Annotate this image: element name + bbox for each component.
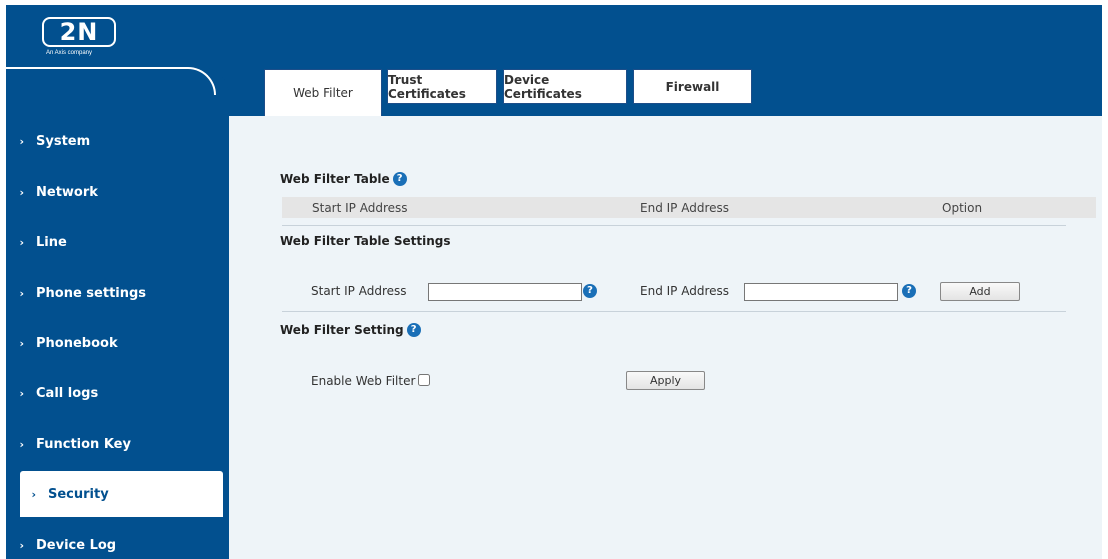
end-ip-input[interactable] [744,283,898,301]
sidebar-item-line[interactable]: › Line [6,219,229,265]
sidebar-item-call-logs[interactable]: › Call logs [6,370,229,416]
sidebar-item-system[interactable]: › System [6,118,229,164]
sidebar-item-label: Phone settings [36,285,147,301]
chevron-right-icon: › [19,235,24,249]
sidebar-item-device-log[interactable]: › Device Log [6,522,229,559]
sidebar-item-label: Security [48,486,109,502]
web-filter-table-header: Start IP Address End IP Address Option [282,197,1096,218]
brand-logo: 2N An Axis company [42,17,122,67]
filter-setting-heading: Web Filter Setting ? [280,323,421,337]
tab-firewall[interactable]: Firewall [633,69,752,104]
chevron-right-icon: › [19,134,24,148]
help-icon[interactable]: ? [406,323,421,337]
tab-label: Trust Certificates [388,72,466,101]
chevron-right-icon: › [31,487,36,501]
section-title-text: Web Filter Table Settings [280,234,451,248]
sidebar-item-phonebook[interactable]: › Phonebook [6,320,229,366]
sidebar-item-label: Line [36,234,67,250]
tab-trust-certificates[interactable]: Trust Certificates [387,69,497,104]
column-header-end-ip: End IP Address [640,201,729,215]
tab-label: Device Certificates [504,72,582,101]
chevron-right-icon: › [19,437,24,451]
web-filter-table-heading: Web Filter Table ? [280,172,407,186]
logo-mark: 2N [42,17,116,47]
column-header-option: Option [942,201,983,215]
table-settings-heading: Web Filter Table Settings [280,234,451,248]
chevron-right-icon: › [19,185,24,199]
end-ip-label: End IP Address [640,284,729,298]
sidebar-item-phone-settings[interactable]: › Phone settings [6,270,229,316]
app-root: 2N An Axis company Web Filter Trust Cert… [0,0,1108,559]
sidebar-item-label: Device Log [36,537,117,553]
section-divider [282,225,1066,226]
sidebar-item-function-key[interactable]: › Function Key [6,421,229,467]
section-title-text: Web Filter Setting [280,323,404,337]
enable-web-filter-label: Enable Web Filter [311,374,416,388]
sidebar-item-label: Phonebook [36,335,118,351]
column-header-start-ip: Start IP Address [312,201,408,215]
add-button[interactable]: Add [940,282,1020,301]
chevron-right-icon: › [19,538,24,552]
sidebar-curve [6,67,216,95]
logo-subtitle: An Axis company [46,50,93,56]
chevron-right-icon: › [19,286,24,300]
apply-button[interactable]: Apply [626,371,705,390]
sidebar-item-label: Call logs [36,385,99,401]
chevron-right-icon: › [19,386,24,400]
tab-web-filter[interactable]: Web Filter [264,69,382,116]
sidebar-item-network[interactable]: › Network [6,169,229,215]
enable-web-filter-checkbox[interactable] [418,374,430,386]
sidebar-item-label: System [36,133,91,149]
section-divider [282,311,1066,312]
help-icon[interactable]: ? [902,284,916,298]
sidebar-item-label: Network [36,184,98,200]
help-icon[interactable]: ? [583,284,597,298]
tab-label: Web Filter [293,86,353,100]
sidebar: › System › Network › Line › Phone settin… [6,67,229,559]
sidebar-item-label: Function Key [36,436,131,452]
help-icon[interactable]: ? [392,172,407,186]
section-title-text: Web Filter Table [280,172,390,186]
tab-device-certificates[interactable]: Device Certificates [503,69,627,104]
start-ip-input[interactable] [428,283,582,301]
start-ip-label: Start IP Address [311,284,407,298]
sidebar-item-security[interactable]: › Security [20,471,223,517]
chevron-right-icon: › [19,336,24,350]
tab-label: Firewall [665,79,720,94]
